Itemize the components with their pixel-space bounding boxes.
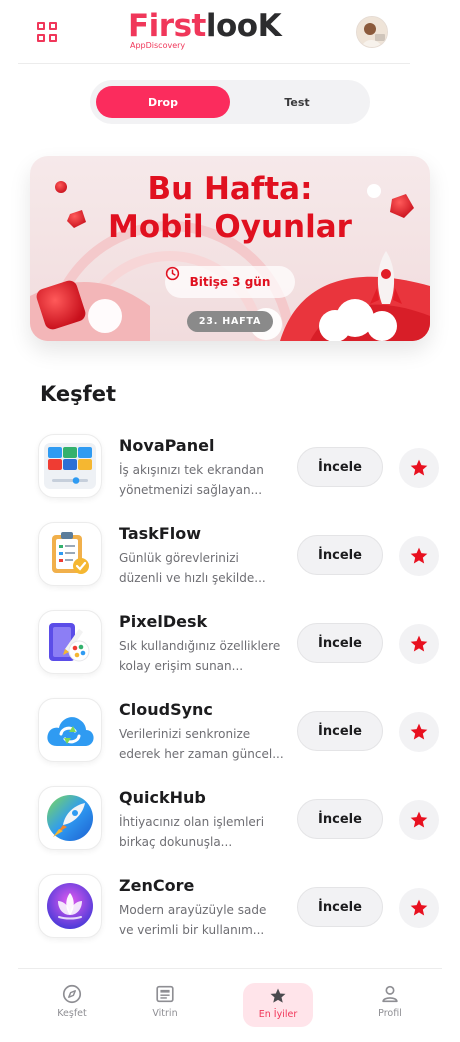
list-item[interactable]: QuickHub İhtiyacınız olan işlemleri birk… xyxy=(38,786,440,874)
app-list: NovaPanel İş akışınızı tek ekrandan yöne… xyxy=(38,434,440,962)
lotus-icon xyxy=(38,874,102,938)
nav-showcase-label: Vitrin xyxy=(152,1008,178,1019)
app-description: Verilerinizi senkronize ederek her zaman… xyxy=(119,727,284,761)
logo-look: looK xyxy=(205,8,282,44)
app-name: ZenCore xyxy=(119,876,195,895)
rocket-icon xyxy=(38,786,102,850)
banner-title: Bu Hafta: Mobil Oyunlar xyxy=(108,171,352,245)
favorite-button[interactable] xyxy=(399,800,439,840)
logo-first: First xyxy=(128,8,206,44)
newspaper-icon xyxy=(156,985,174,1003)
star-icon xyxy=(410,635,428,652)
app-name: PixelDesk xyxy=(119,612,208,631)
app-description: İş akışınızı tek ekrandan yönetmenizi sa… xyxy=(119,463,264,497)
favorite-button[interactable] xyxy=(399,536,439,576)
app-header: FirstlooK AppDiscovery xyxy=(18,0,410,64)
cloud-sync-icon xyxy=(38,698,102,762)
star-icon xyxy=(410,723,428,740)
app-description: İhtiyacınız olan işlemleri birkaç dokunu… xyxy=(119,815,265,849)
app-name: CloudSync xyxy=(119,700,213,719)
nav-explore-label: Keşfet xyxy=(57,1008,87,1019)
app-name: TaskFlow xyxy=(119,524,201,543)
review-button[interactable]: İncele xyxy=(297,711,383,751)
nav-explore[interactable]: Keşfet xyxy=(37,983,107,1029)
logo-subtitle: AppDiscovery xyxy=(130,41,186,50)
clipboard-check-icon xyxy=(38,522,102,586)
star-icon xyxy=(270,988,286,1003)
review-button[interactable]: İncele xyxy=(297,887,383,927)
review-button[interactable]: İncele xyxy=(297,799,383,839)
nav-profile-label: Profil xyxy=(378,1008,402,1019)
weekly-banner[interactable]: Bu Hafta: Mobil Oyunlar Bitişe 3 gün 23.… xyxy=(30,156,430,341)
list-item[interactable]: ZenCore Modern arayüzüyle sade ve veriml… xyxy=(38,874,440,962)
grid-menu-icon[interactable] xyxy=(37,22,57,42)
week-badge: 23. HAFTA xyxy=(187,311,273,332)
app-logo: FirstlooK AppDiscovery xyxy=(128,6,288,56)
app-description: Sık kullandığınız özelliklere kolay eriş… xyxy=(119,639,281,673)
user-icon xyxy=(382,985,398,1003)
avatar[interactable] xyxy=(356,16,388,48)
drop-test-toggle: Drop Test xyxy=(90,80,370,124)
favorite-button[interactable] xyxy=(399,624,439,664)
clock-icon xyxy=(165,266,180,281)
review-button[interactable]: İncele xyxy=(297,623,383,663)
favorite-button[interactable] xyxy=(399,448,439,488)
app-name: QuickHub xyxy=(119,788,206,807)
nav-profile[interactable]: Profil xyxy=(355,983,425,1029)
list-item[interactable]: NovaPanel İş akışınızı tek ekrandan yöne… xyxy=(38,434,440,522)
star-icon xyxy=(410,459,428,476)
nav-showcase[interactable]: Vitrin xyxy=(130,983,200,1029)
tab-test[interactable]: Test xyxy=(230,86,364,118)
nav-best-label: En İyiler xyxy=(258,1009,298,1020)
favorite-button[interactable] xyxy=(399,888,439,928)
nav-best[interactable]: En İyiler xyxy=(243,983,313,1027)
list-item[interactable]: PixelDesk Sık kullandığınız özelliklere … xyxy=(38,610,440,698)
star-icon xyxy=(410,547,428,564)
section-title: Keşfet xyxy=(40,382,117,406)
favorite-button[interactable] xyxy=(399,712,439,752)
palette-icon xyxy=(38,610,102,674)
star-icon xyxy=(410,899,428,916)
app-description: Günlük görevlerinizi düzenli ve hızlı şe… xyxy=(119,551,266,585)
time-left-text: Bitişe 3 gün xyxy=(189,275,271,289)
tab-drop[interactable]: Drop xyxy=(96,86,230,118)
review-button[interactable]: İncele xyxy=(297,447,383,487)
app-description: Modern arayüzüyle sade ve verimli bir ku… xyxy=(119,903,267,937)
dashboard-icon xyxy=(38,434,102,498)
review-button[interactable]: İncele xyxy=(297,535,383,575)
compass-icon xyxy=(62,984,82,1004)
time-left-badge: Bitişe 3 gün xyxy=(165,266,295,298)
list-item[interactable]: TaskFlow Günlük görevlerinizi düzenli ve… xyxy=(38,522,440,610)
bottom-navigation: Keşfet Vitrin En İyiler Profil xyxy=(18,968,442,1042)
list-item[interactable]: CloudSync Verilerinizi senkronize ederek… xyxy=(38,698,440,786)
app-name: NovaPanel xyxy=(119,436,215,455)
star-icon xyxy=(410,811,428,828)
